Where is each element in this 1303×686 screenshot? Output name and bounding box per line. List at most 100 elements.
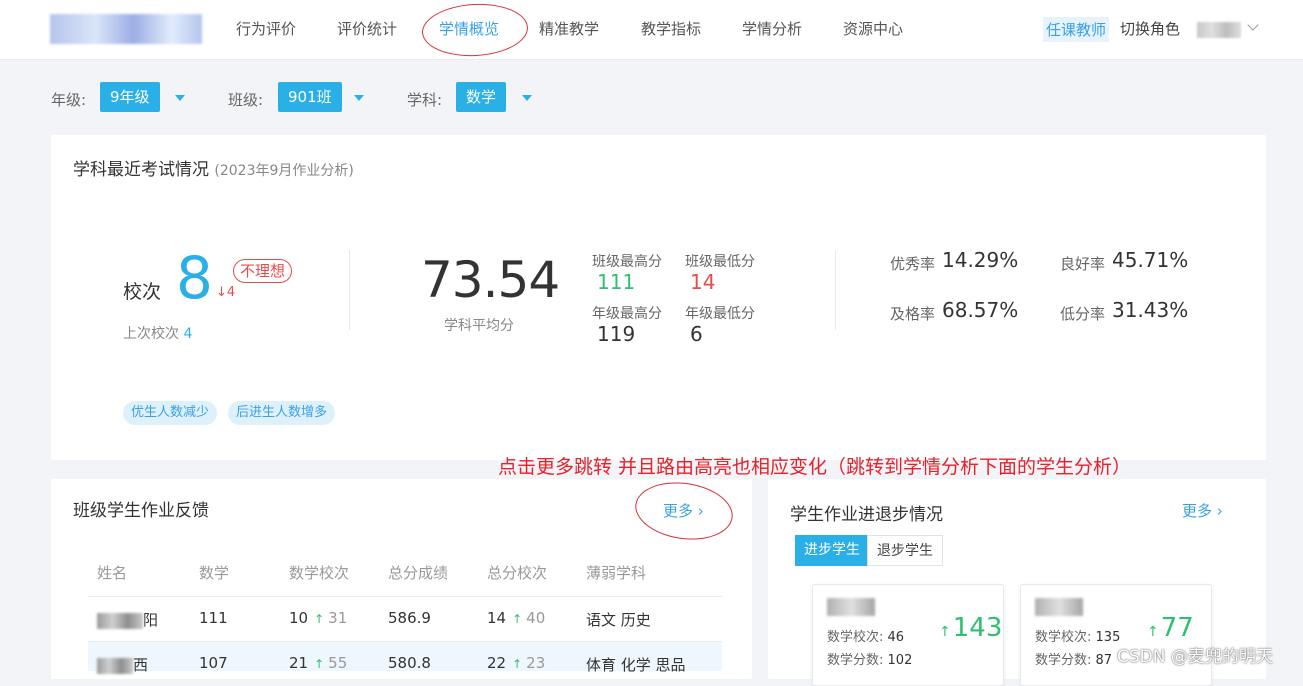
status-badge: 不理想 — [233, 259, 293, 283]
progress-change: ↑143 — [939, 613, 1002, 643]
weak-subjects: 体育 化学 思品 — [586, 656, 686, 674]
caret-down-icon[interactable] — [522, 95, 532, 101]
nav-item-precision-teaching[interactable]: 精准教学 — [539, 18, 599, 39]
good-rate-value: 45.71% — [1112, 248, 1189, 272]
arrow-up-icon: ↑ — [314, 612, 325, 626]
total-score: 586.9 — [388, 609, 431, 627]
change-value: 143 — [952, 613, 1003, 643]
class-min-label: 班级最低分 — [685, 254, 755, 270]
good-rate-label: 良好率 — [1060, 255, 1106, 273]
role-tag: 任课教师 — [1043, 17, 1110, 42]
math-rank-up: 55 — [328, 654, 348, 672]
caret-down-icon[interactable] — [175, 95, 185, 101]
class-max-value: 111 — [597, 270, 636, 294]
arrow-up-icon: ↑ — [512, 657, 523, 671]
nav-item-behavior-evaluation[interactable]: 行为评价 — [236, 18, 296, 39]
total-rank-value: 22 — [487, 654, 507, 672]
pass-rate-label: 及格率 — [890, 305, 936, 323]
watermark: CSDN @麦兜的明天 — [1117, 647, 1273, 667]
exam-subtitle: (2023年9月作业分析) — [214, 163, 354, 179]
low-rate-value: 31.43% — [1112, 298, 1189, 322]
class-min-value: 14 — [690, 270, 716, 294]
row-divider — [88, 596, 722, 597]
name-blur — [97, 612, 143, 629]
tab-regress-students[interactable]: 退步学生 — [867, 535, 943, 566]
homework-card-title: 班级学生作业反馈 — [73, 501, 209, 521]
column-header-total-rank: 总分校次 — [487, 564, 548, 582]
column-header-weak-subjects: 薄弱学科 — [586, 564, 647, 582]
column-header-name: 姓名 — [97, 564, 128, 582]
last-rank-value: 4 — [183, 326, 193, 342]
switch-role-button[interactable]: 切换角色 — [1120, 18, 1180, 39]
math-rank-value: 10 — [289, 609, 309, 627]
subject-label: 学科: — [407, 91, 443, 109]
last-rank: 上次校次 4 — [123, 323, 192, 343]
low-rate-label: 低分率 — [1060, 305, 1106, 323]
progress-card-title: 学生作业进退步情况 — [790, 505, 943, 525]
rank-value: 8 — [176, 244, 213, 312]
change-value: 77 — [1160, 613, 1194, 643]
grade-max-label: 年级最高分 — [592, 306, 662, 322]
last-rank-label: 上次校次 — [123, 326, 179, 342]
math-rank: 21 ↑ 55 — [289, 654, 347, 672]
top-nav-bar: 行为评价 评价统计 学情概览 精准教学 教学指标 学情分析 资源中心 任课教师 … — [0, 0, 1303, 60]
tag-excellent-decrease: 优生人数减少 — [123, 401, 218, 425]
student-rank: 数学校次: 46 — [827, 626, 904, 645]
student-name: 西 — [97, 654, 148, 675]
annotation-circle-nav — [420, 1, 530, 59]
total-rank-up: 40 — [526, 609, 546, 627]
logo[interactable] — [50, 14, 202, 44]
nav-item-learning-analysis[interactable]: 学情分析 — [742, 18, 802, 39]
math-rank-up: 31 — [328, 609, 348, 627]
caret-down-icon[interactable] — [354, 95, 364, 101]
progress-more-link[interactable]: 更多 › — [1182, 500, 1223, 521]
subject-select[interactable]: 数学 — [456, 82, 507, 112]
nav-item-resource-center[interactable]: 资源中心 — [843, 18, 903, 39]
weak-subjects: 语文 历史 — [586, 611, 651, 629]
tab-progress-students[interactable]: 进步学生 — [795, 535, 869, 566]
grade-min-value: 6 — [690, 322, 703, 346]
column-header-math-rank: 数学校次 — [289, 564, 350, 582]
student-rank: 数学校次: 135 — [1035, 626, 1120, 645]
math-score: 111 — [199, 609, 228, 627]
math-rank-value: 21 — [289, 654, 309, 672]
class-max-label: 班级最高分 — [592, 254, 662, 270]
class-select[interactable]: 901班 — [278, 82, 342, 112]
student-name-blur — [1035, 598, 1083, 616]
grade-label: 年级: — [51, 91, 87, 109]
rank-label: 数学校次: — [827, 630, 884, 645]
name-blur — [97, 657, 133, 674]
total-score: 580.8 — [388, 654, 431, 672]
exam-title: 学科最近考试情况 — [73, 160, 209, 180]
grade-select[interactable]: 9年级 — [100, 82, 160, 112]
math-rank: 10 ↑ 31 — [289, 609, 347, 627]
total-rank: 22 ↑ 23 — [487, 654, 545, 672]
student-name-blur — [827, 598, 875, 616]
class-label: 班级: — [228, 91, 264, 109]
arrow-up-icon: ↑ — [512, 612, 523, 626]
total-rank-up: 23 — [526, 654, 546, 672]
student-name: 阳 — [97, 609, 158, 630]
rank-label: 校次 — [123, 281, 162, 303]
exam-card-title: 学科最近考试情况 (2023年9月作业分析) — [73, 155, 354, 180]
column-header-total-score: 总分成绩 — [388, 564, 449, 582]
rank-label: 数学校次: — [1035, 630, 1092, 645]
user-name[interactable] — [1197, 22, 1241, 38]
score-label: 数学分数: — [1035, 653, 1092, 668]
grade-min-label: 年级最低分 — [685, 306, 755, 322]
pass-rate-value: 68.57% — [942, 298, 1019, 322]
nav-item-teaching-indicators[interactable]: 教学指标 — [641, 18, 701, 39]
score-value: 87 — [1095, 653, 1113, 668]
excellent-rate-value: 14.29% — [942, 248, 1019, 272]
arrow-up-icon: ↑ — [939, 624, 951, 640]
student-score: 数学分数: 102 — [827, 649, 912, 668]
excellent-rate-label: 优秀率 — [890, 255, 936, 273]
average-score: 73.54 — [421, 251, 560, 309]
nav-item-evaluation-stats[interactable]: 评价统计 — [337, 18, 397, 39]
annotation-text: 点击更多跳转 并且路由高亮也相应变化（跳转到学情分析下面的学生分析） — [498, 456, 1132, 478]
name-text: 阳 — [143, 611, 159, 629]
divider — [349, 250, 350, 330]
more-label: 更多 — [1182, 502, 1213, 520]
tag-laggard-increase: 后进生人数增多 — [228, 401, 336, 425]
chevron-down-icon[interactable] — [1247, 19, 1259, 31]
